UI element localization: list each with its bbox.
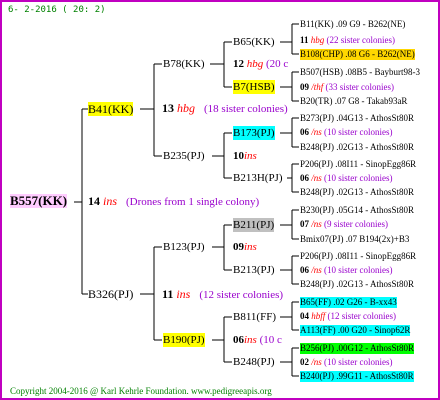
gen3-b65-note: (20 c — [266, 58, 289, 70]
gen4-row-8-ins: /ns — [311, 127, 322, 137]
gen1-mid-num: 14 — [88, 194, 100, 208]
gen2-b78-hbg: hbg — [177, 101, 195, 115]
gen1-b326[interactable]: B326(PJ) — [88, 287, 133, 301]
gen3-b173-num: 10 — [233, 150, 244, 162]
pedigree-frame: 6- 2-2016 ( 20: 2) B557(KK) B41(KK) 14 i… — [0, 0, 440, 400]
gen4-row-4[interactable]: B507(HSB) .08B5 - Bayburt98-3 — [300, 67, 420, 78]
gen4-row-17-ins: /ns — [311, 265, 322, 275]
gen4-row-23: 02 /ns (10 sister colonies) — [300, 357, 393, 368]
gen3-b811-num: 06 — [233, 334, 244, 346]
gen2-b190[interactable]: B190(PJ) — [163, 333, 205, 347]
gen4-row-18[interactable]: B248(PJ) .02G13 - AthosSt80R — [300, 279, 414, 290]
gen4-row-20: 04 hbff (12 sister colonies) — [300, 311, 396, 322]
gen4-row-10[interactable]: P206(PJ) .08I11 - SinopEgg86R — [300, 159, 416, 170]
gen4-row-20-note: (12 sister colonies) — [327, 311, 396, 321]
gen2-b326-note: (12 sister colonies) — [199, 289, 284, 301]
gen3-b811-mid: 06ins (10 c — [233, 333, 282, 347]
gen4-row-11-note: (10 sister colonies) — [324, 173, 393, 183]
gen2-b78-note: (18 sister colonies) — [204, 103, 288, 115]
gen4-row-13[interactable]: B230(PJ) .05G14 - AthosSt80R — [300, 205, 414, 216]
gen4-row-14-ins: /ns — [311, 219, 322, 229]
gen1-b41[interactable]: B41(KK) — [88, 102, 134, 116]
gen4-row-2: 11 hbg (22 sister colonies) — [300, 35, 395, 46]
gen4-row-14-num: 07 — [300, 219, 309, 229]
gen3-b811[interactable]: B811(FF) — [233, 310, 276, 324]
gen4-row-16[interactable]: P206(PJ) .08I11 - SinopEgg86R — [300, 251, 416, 262]
gen4-row-9[interactable]: B248(PJ) .02G13 - AthosSt80R — [300, 142, 414, 153]
gen3-b213[interactable]: B213(PJ) — [233, 263, 275, 277]
gen4-row-1[interactable]: B11(KK) .09 G9 - B262(NE) — [300, 19, 405, 30]
gen4-row-8: 06 /ns (10 sister colonies) — [300, 127, 393, 138]
gen4-row-24[interactable]: B240(PJ) .99G11 - AthosSt80R — [300, 371, 414, 382]
gen4-row-7[interactable]: B273(PJ) .04G13 - AthosSt80R — [300, 113, 414, 124]
gen1-mid-ins: ins — [103, 194, 118, 208]
gen4-row-23-num: 02 — [300, 357, 309, 367]
gen3-b65[interactable]: B65(KK) — [233, 35, 275, 49]
gen4-row-15[interactable]: Bmix07(PJ) .07 B194(2x)+B3 — [300, 234, 409, 245]
gen3-b811-ins: ins — [244, 334, 257, 346]
gen2-b235[interactable]: B235(PJ) — [163, 149, 205, 163]
gen2-b326-ins: ins — [176, 287, 191, 301]
gen4-row-14-note: (9 sister colonies) — [324, 219, 388, 229]
gen4-row-19[interactable]: B65(FF) .02 G26 - B-xx43 — [300, 297, 397, 308]
gen4-row-20-num: 04 — [300, 311, 309, 321]
gen4-row-17: 06 /ns (10 sister colonies) — [300, 265, 393, 276]
gen2-b326-mid: 11 ins (12 sister colonies) — [162, 287, 283, 302]
gen3-b211-num: 09 — [233, 241, 244, 253]
gen3-b211-mid: 09ins — [233, 240, 257, 254]
root-queen[interactable]: B557(KK) — [10, 194, 68, 208]
gen4-row-12[interactable]: B248(PJ) .02G13 - AthosSt80R — [300, 187, 414, 198]
gen4-row-17-num: 06 — [300, 265, 309, 275]
gen4-row-11: 06 /ns (10 sister colonies) — [300, 173, 393, 184]
gen3-b173-ins: ins — [244, 150, 257, 162]
gen4-row-5: 09 /thf (33 sister colonies) — [300, 82, 394, 93]
gen4-row-6[interactable]: B20(TR) .07 G8 - Takab93aR — [300, 96, 407, 107]
gen3-b211-ins: ins — [244, 241, 257, 253]
gen3-b811-note: (10 c — [259, 334, 282, 346]
copyright-footer: Copyright 2004-2016 @ Karl Kehrle Founda… — [10, 386, 272, 396]
gen4-row-8-note: (10 sister colonies) — [324, 127, 393, 137]
gen3-b211[interactable]: B211(PJ) — [233, 218, 275, 232]
gen1-mid-label: 14 ins (Drones from 1 single colony) — [88, 194, 259, 209]
gen4-row-14: 07 /ns (9 sister colonies) — [300, 219, 388, 230]
gen4-row-3[interactable]: B108(CHP) .08 G6 - B262(NE) — [300, 49, 415, 60]
gen4-row-8-num: 06 — [300, 127, 309, 137]
gen4-row-23-ins: /ns — [311, 357, 322, 367]
gen4-row-23-note: (10 sister colonies) — [324, 357, 393, 367]
gen4-row-11-ins: /ns — [311, 173, 322, 183]
gen4-row-22[interactable]: B256(PJ) .00G12 - AthosSt80R — [300, 343, 415, 354]
gen2-b78[interactable]: B78(KK) — [163, 57, 205, 71]
gen4-row-5-note: (33 sister colonies) — [325, 82, 394, 92]
gen3-b65-hbg: hbg — [246, 58, 264, 70]
gen3-b65-mid: 12 hbg (20 c — [233, 57, 288, 71]
gen4-row-5-num: 09 — [300, 82, 309, 92]
gen4-row-11-num: 06 — [300, 173, 309, 183]
gen4-row-2-ins: hbg — [310, 35, 325, 45]
gen3-b65-num: 12 — [233, 58, 244, 70]
gen4-row-17-note: (10 sister colonies) — [324, 265, 393, 275]
gen4-row-2-note: (22 sister colonies) — [326, 35, 395, 45]
gen3-b173-mid: 10ins — [233, 149, 257, 163]
gen2-b326-num: 11 — [162, 287, 174, 301]
gen1-mid-note: (Drones from 1 single colony) — [126, 196, 260, 208]
gen3-b7[interactable]: B7(HSB) — [233, 80, 275, 94]
gen4-row-2-num: 11 — [300, 35, 309, 45]
gen3-b248[interactable]: B248(PJ) — [233, 355, 275, 369]
gen3-b173[interactable]: B173(PJ) — [233, 126, 275, 140]
gen4-row-5-ins: /thf — [311, 82, 324, 92]
gen2-b78-num: 13 — [162, 101, 174, 115]
gen3-b213h[interactable]: B213H(PJ) — [233, 171, 283, 185]
gen2-b78-mid: 13 hbg (18 sister colonies) — [162, 101, 288, 116]
gen4-row-21[interactable]: A113(FF) .00 G20 - Sinop62R — [300, 325, 411, 336]
gen4-row-20-ins: hbff — [311, 311, 326, 321]
gen2-b123[interactable]: B123(PJ) — [163, 240, 205, 254]
